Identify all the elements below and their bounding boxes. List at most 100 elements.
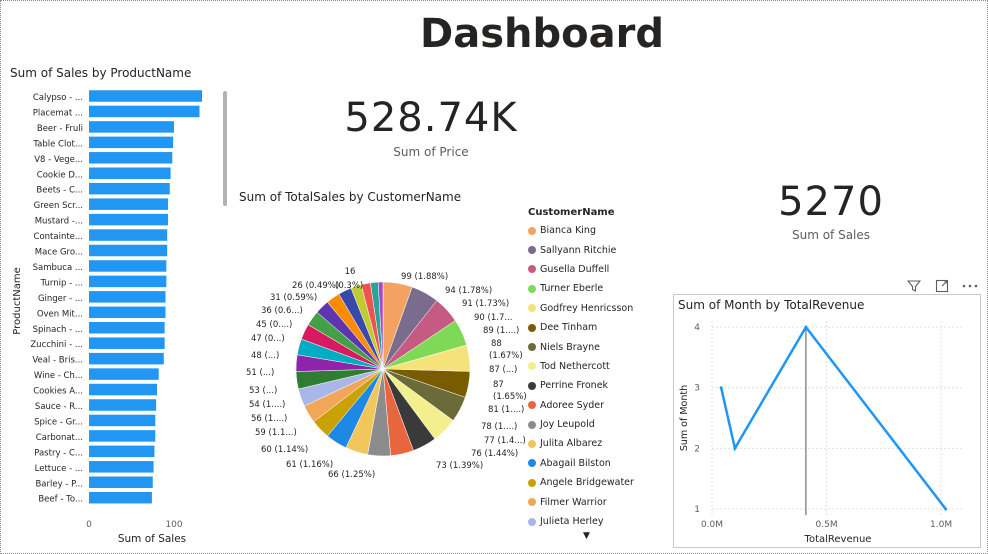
bar[interactable] [89, 121, 174, 133]
line-chart[interactable]: 1 2 3 4 0.0M 0.5M 1.0M TotalRevenue Sum of Month [674, 311, 980, 547]
focus-mode-icon[interactable] [933, 277, 951, 295]
pie-data-label: (0.3%) [335, 281, 363, 291]
pie-data-label: 77 (1.4...) [484, 436, 526, 446]
pie-data-label: 87 (...) [489, 365, 517, 375]
legend-item[interactable]: Gusella Duffell [528, 260, 648, 279]
pie-data-label: 76 (1.44%) [471, 449, 518, 459]
bar[interactable] [89, 491, 152, 504]
legend-item[interactable]: Dee Tinham [528, 318, 648, 337]
bar[interactable] [89, 229, 168, 241]
legend-label: Tod Nethercott [540, 360, 610, 372]
pie-data-label: 89 (1....) [483, 326, 519, 336]
legend-marker [528, 323, 536, 332]
legend-item[interactable]: Adoree Syder [528, 396, 648, 415]
bar-category-label: Mustard -... [35, 217, 83, 227]
bar-y-axis-label: ProductName [12, 267, 23, 334]
line-chart-title: Sum of Month by TotalRevenue [678, 298, 865, 312]
legend-title: CustomerName [528, 207, 615, 218]
bar[interactable] [89, 105, 200, 118]
legend-items: Bianca King Sallyann Ritchie Gusella Duffe… [528, 221, 648, 531]
legend-item[interactable]: Angele Bridgewater [528, 473, 648, 492]
pie-data-label: 54 (1....) [249, 400, 285, 410]
pie-data-label: 99 (1.88%) [401, 272, 448, 282]
kpi-sales-value: 5270 [778, 179, 884, 225]
pie-data-label: 91 (1.73%) [462, 299, 509, 309]
bar[interactable] [89, 383, 157, 396]
bar[interactable] [89, 275, 167, 288]
bar[interactable] [89, 260, 167, 272]
bar-category-label: Barley - P... [35, 479, 83, 489]
bar[interactable] [89, 167, 171, 180]
bar-category-label: V8 - Vege... [34, 155, 83, 165]
legend-label: Angele Bridgewater [540, 477, 634, 489]
bar[interactable] [89, 244, 168, 257]
bar[interactable] [89, 445, 155, 458]
bar-category-label: Wine - Ch... [34, 371, 83, 381]
legend-item[interactable]: Bianca King [528, 221, 648, 240]
bar-category-label: Beets - C... [36, 186, 83, 196]
pie-chart[interactable]: 99 (1.88%) 94 (1.78%) 91 (1.73%) 90 (1.7...… [231, 256, 531, 486]
bar[interactable] [89, 152, 173, 164]
pie-data-label: 45 (0....) [256, 320, 292, 330]
line-y-axis-label: Sum of Month [679, 385, 690, 451]
bar-category-label: Turnip - ... [40, 278, 83, 288]
legend-item[interactable]: Turner Eberle [528, 279, 648, 298]
bar-category-label: Sambuca ... [33, 263, 83, 273]
bar[interactable] [89, 414, 156, 427]
pie-data-label: 51 (...) [246, 368, 274, 378]
bar[interactable] [89, 322, 165, 334]
bar-category-label: Pastry - C... [34, 448, 83, 458]
bar-scrollbar[interactable] [223, 91, 227, 206]
legend-label: Julita Albarez [540, 438, 603, 450]
bar[interactable] [89, 90, 203, 102]
legend-marker [528, 246, 536, 255]
bar-category-label: Mace Gro... [35, 248, 83, 258]
legend-marker [528, 401, 536, 410]
legend-item[interactable]: Perrine Fronek [528, 376, 648, 395]
legend-item[interactable]: Julita Albarez [528, 434, 648, 453]
line-y-tick-label: 1 [694, 505, 700, 515]
line-point[interactable] [719, 386, 723, 390]
legend-item[interactable]: Sallyann Ritchie [528, 240, 648, 259]
bar[interactable] [89, 291, 166, 303]
bar[interactable] [89, 213, 169, 226]
pie-data-label: 59 (1.1...) [255, 428, 297, 438]
legend-marker [528, 420, 536, 429]
bar[interactable] [89, 306, 166, 319]
bar-x-tick-label: 0 [86, 520, 92, 530]
bar-category-label: Lettuce - ... [35, 464, 83, 474]
legend-item[interactable]: Filmer Warrior [528, 492, 648, 511]
legend-item[interactable]: Joy Leupold [528, 415, 648, 434]
bar[interactable] [89, 399, 157, 411]
pie-data-label: 56 (1....) [251, 414, 287, 424]
legend-item[interactable]: Julieta Herley [528, 512, 648, 531]
bar[interactable] [89, 476, 153, 489]
bar[interactable] [89, 136, 174, 149]
bar[interactable] [89, 182, 170, 195]
filter-icon[interactable] [905, 277, 923, 295]
bar[interactable] [89, 198, 169, 210]
bar-chart[interactable]: Calypso - ... Placemat ... Beer - Fruli Tab… [5, 86, 230, 548]
line-series[interactable] [719, 324, 947, 510]
legend-item[interactable]: Tod Nethercott [528, 357, 648, 376]
dashboard-title: Dashboard [420, 11, 664, 57]
bar[interactable] [89, 368, 159, 380]
bar[interactable] [89, 461, 154, 473]
bar[interactable] [89, 430, 156, 442]
pie-data-label: 48 (...) [251, 351, 279, 361]
legend-label: Bianca King [540, 225, 596, 237]
bar[interactable] [89, 337, 165, 349]
legend-item[interactable]: Niels Brayne [528, 337, 648, 356]
line-y-tick-label: 3 [694, 384, 700, 394]
legend-scroll-down-icon[interactable]: ▼ [583, 531, 590, 541]
line-point[interactable] [804, 325, 808, 329]
line-point[interactable] [733, 446, 737, 450]
line-point[interactable] [944, 507, 948, 511]
more-options-icon[interactable] [961, 277, 979, 295]
legend-item[interactable]: Abagail Bilston [528, 454, 648, 473]
bar-x-tick-label: 100 [165, 520, 182, 530]
legend-marker [528, 304, 536, 313]
bar[interactable] [89, 352, 164, 365]
legend-item[interactable]: Godfrey Henricsson [528, 299, 648, 318]
pie-data-label: 31 (0.59%) [270, 293, 317, 303]
